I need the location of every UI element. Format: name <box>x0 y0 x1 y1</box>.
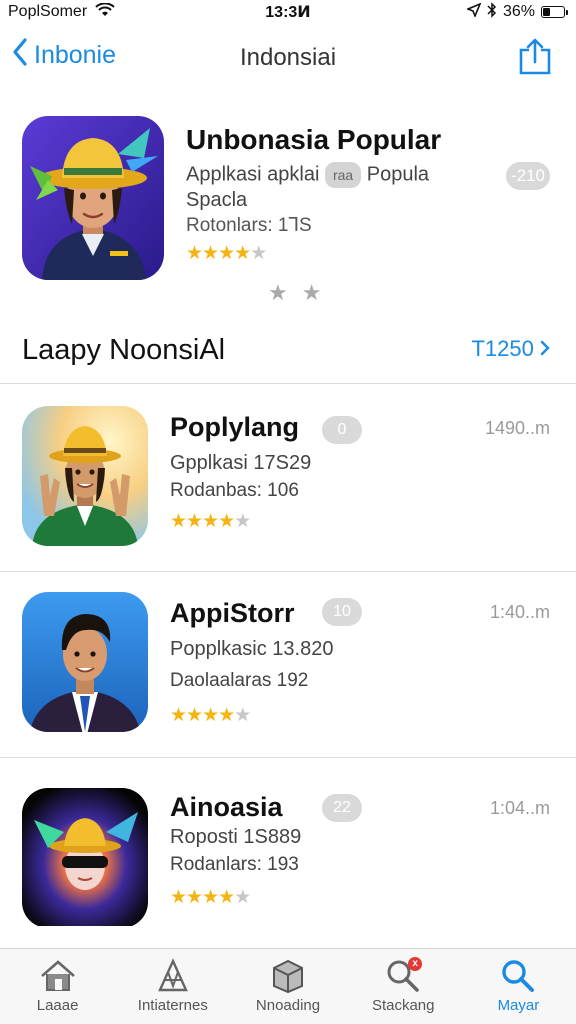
app-time: 1:04..m <box>489 798 550 818</box>
star-filled-icon: ★ <box>186 243 203 264</box>
tab-label: Laaae <box>36 997 79 1014</box>
search-badge-icon: x <box>382 957 424 995</box>
list-item[interactable]: AppiStorr 10 1:40..m Popplkasic 13.820 D… <box>0 572 576 758</box>
tab-bar: Laaae Intiaternes Nnoading x Stackang Ma… <box>0 948 576 1024</box>
star-filled-icon: ★ <box>186 511 203 532</box>
app-icon[interactable] <box>22 592 148 732</box>
subtitle-pill: raa <box>324 162 362 188</box>
page-dots: ★★ <box>268 280 336 305</box>
star-filled-icon: ★ <box>218 887 235 908</box>
star-rating: ★★★★★ <box>170 511 251 532</box>
app-ratings-count: Daolaalaras 192 <box>170 670 309 691</box>
tab-label: Mayar <box>497 997 540 1014</box>
tab-label: Nnoading <box>255 997 321 1014</box>
app-title: Ainoasia <box>170 792 283 822</box>
search-icon <box>497 957 539 995</box>
star-filled-icon: ★ <box>218 511 235 532</box>
star-filled-icon: ★ <box>218 705 235 726</box>
star-rating: ★★★★★ <box>170 705 251 726</box>
navigation-bar: Inbonie Indonsiai <box>0 30 576 86</box>
battery-icon <box>541 6 568 18</box>
page-title: Indonsiai <box>239 44 337 71</box>
carrier-label: PoplSomer <box>8 3 88 20</box>
bluetooth-icon <box>487 1 497 23</box>
app-title: Poplylang <box>170 412 300 442</box>
featured-app-icon[interactable] <box>22 116 164 280</box>
tab-search[interactable]: Mayar <box>461 949 576 1024</box>
app-time: 1:40..m <box>489 602 550 622</box>
battery-percent: 36% <box>502 3 535 20</box>
location-icon <box>465 2 482 22</box>
star-filled-icon: ★ <box>218 243 235 264</box>
star-filled-icon: ★ <box>170 887 187 908</box>
status-left: PoplSomer <box>8 1 115 22</box>
star-filled-icon: ★ <box>202 887 219 908</box>
tab-box[interactable]: Nnoading <box>230 949 345 1024</box>
star-empty-icon: ★ <box>234 705 251 726</box>
app-icon[interactable] <box>22 406 148 546</box>
star-filled-icon: ★ <box>186 887 203 908</box>
tab-search-updates[interactable]: x Stackang <box>346 949 461 1024</box>
featured-app[interactable]: Unbonasia Popular Applkasi apklai raa Po… <box>0 114 576 314</box>
star-filled-icon: ★ <box>202 243 219 264</box>
star-filled-icon: ★ <box>202 511 219 532</box>
tab-apps[interactable]: Intiaternes <box>115 949 230 1024</box>
share-button[interactable] <box>518 38 552 81</box>
list-item[interactable]: Poplylang 0 1490..m Gpplkasi 17S29 Rodan… <box>0 386 576 572</box>
featured-app-title: Unbonasia Popular <box>186 124 442 155</box>
app-ratings-count: Rodanbas: 106 <box>170 480 299 501</box>
see-all-link[interactable]: T1250 <box>471 336 550 362</box>
apps-icon <box>152 957 194 995</box>
price-button[interactable]: 10 <box>322 598 362 626</box>
price-button[interactable]: -210 <box>506 162 550 190</box>
star-rating: ★★★★★ <box>186 243 267 264</box>
star-rating: ★★★★★ <box>170 887 251 908</box>
app-time: 1490..m <box>484 418 550 438</box>
star-filled-icon: ★ <box>202 705 219 726</box>
list-item[interactable]: Ainoasia 22 1:04..m Roposti 1S889 Rodanl… <box>0 768 576 954</box>
app-subtitle: Roposti 1S889 <box>170 826 302 848</box>
status-bar: PoplSomer 13:3Ͷ 36% <box>0 0 576 24</box>
star-empty-icon: ★ <box>234 511 251 532</box>
see-all-label: T1250 <box>471 336 534 361</box>
status-right: 36% <box>465 1 568 23</box>
app-icon[interactable] <box>22 788 148 928</box>
tab-home[interactable]: Laaae <box>0 949 115 1024</box>
section-header: Laapy NoonsiAl T1250 <box>0 328 576 384</box>
chevron-right-icon <box>540 336 550 361</box>
star-empty-icon: ★ <box>234 887 251 908</box>
tab-label: Stackang <box>371 997 435 1014</box>
app-subtitle: Gpplkasi 17S29 <box>170 452 312 474</box>
star-filled-icon: ★ <box>170 705 187 726</box>
app-title: AppiStorr <box>170 598 295 628</box>
star-filled-icon: ★ <box>234 243 251 264</box>
star-filled-icon: ★ <box>170 511 187 532</box>
star-filled-icon: ★ <box>186 705 203 726</box>
price-button[interactable]: 0 <box>322 416 362 444</box>
price-button[interactable]: 22 <box>322 794 362 822</box>
home-icon <box>37 957 79 995</box>
subtitle-text-start: Applkasi apklai <box>186 163 320 186</box>
tab-label: Intiaternes <box>137 997 208 1014</box>
wifi-icon <box>95 1 115 22</box>
box-icon <box>267 957 309 995</box>
featured-ratings-count: Rotonlars: 1⅂S <box>186 215 312 236</box>
featured-app-subtitle: Applkasi apklai raa Popula Spacla <box>186 162 456 212</box>
app-subtitle: Popplkasic 13.820 <box>170 638 334 660</box>
share-icon <box>518 38 552 80</box>
star-empty-icon: ★ <box>250 243 267 264</box>
app-ratings-count: Rodanlars: 193 <box>170 854 299 875</box>
section-title: Laapy NoonsiAl <box>22 334 226 366</box>
